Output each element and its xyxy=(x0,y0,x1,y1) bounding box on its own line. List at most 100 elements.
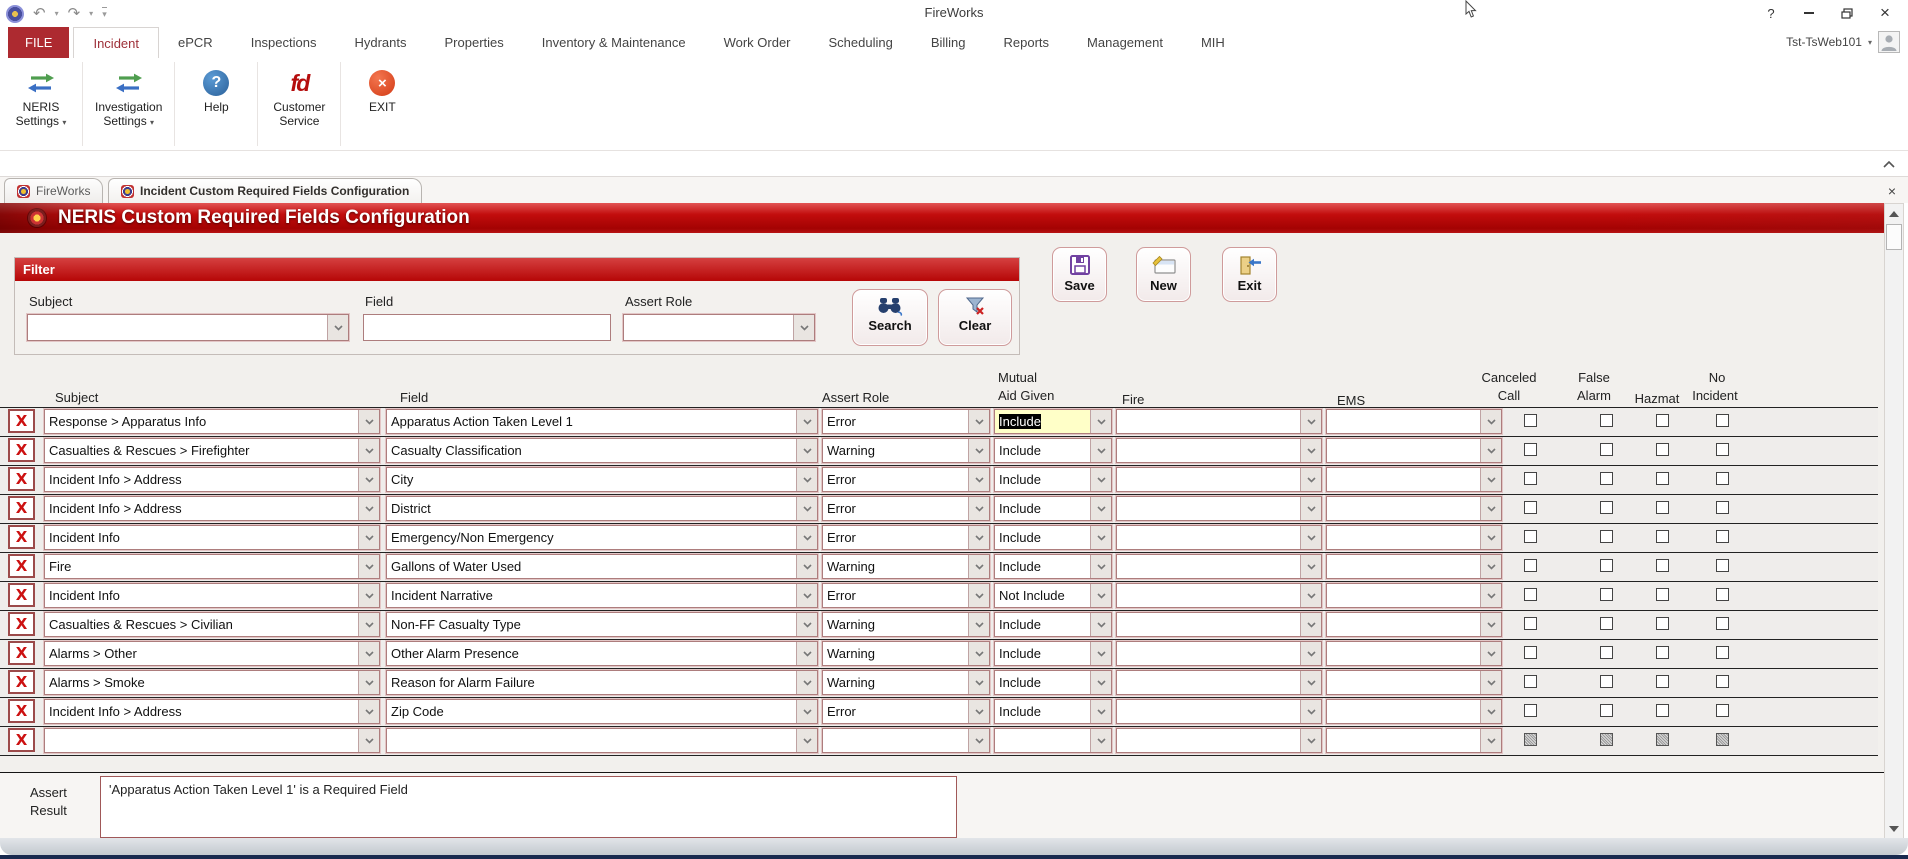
dropdown-arrow-icon[interactable] xyxy=(796,439,817,462)
delete-row-button[interactable]: X xyxy=(8,699,35,723)
dropdown-arrow-icon[interactable] xyxy=(1090,642,1111,665)
field-select[interactable]: Incident Narrative xyxy=(386,583,818,608)
subject-select[interactable]: Casualties & Rescues > Civilian xyxy=(44,612,380,637)
false-alarm-checkbox[interactable] xyxy=(1600,559,1613,572)
document-tab-incident-custom-required-fields-configuration[interactable]: Incident Custom Required Fields Configur… xyxy=(108,178,422,203)
clear-button[interactable]: Clear xyxy=(938,289,1012,346)
false-alarm-checkbox[interactable] xyxy=(1600,617,1613,630)
dropdown-arrow-icon[interactable] xyxy=(1090,584,1111,607)
dropdown-arrow-icon[interactable] xyxy=(1480,497,1501,520)
delete-row-button[interactable]: X xyxy=(8,496,35,520)
dropdown-arrow-icon[interactable] xyxy=(358,584,379,607)
scrollbar-thumb[interactable] xyxy=(1886,224,1902,250)
dropdown-arrow-icon[interactable] xyxy=(1090,468,1111,491)
delete-row-button[interactable]: X xyxy=(8,409,35,433)
field-select[interactable]: Non-FF Casualty Type xyxy=(386,612,818,637)
dropdown-arrow-icon[interactable] xyxy=(968,410,989,433)
document-close-button[interactable]: × xyxy=(1884,183,1900,199)
dropdown-arrow-icon[interactable] xyxy=(1300,584,1321,607)
ribbon-tab-epcr[interactable]: ePCR xyxy=(159,27,232,58)
mutual-aid-given-select[interactable] xyxy=(994,728,1112,753)
dropdown-arrow-icon[interactable] xyxy=(358,729,379,752)
filter-subject-select[interactable] xyxy=(27,314,349,341)
fire-select[interactable] xyxy=(1116,409,1322,434)
dropdown-arrow-icon[interactable] xyxy=(968,584,989,607)
dropdown-arrow-icon[interactable] xyxy=(1300,410,1321,433)
dropdown-arrow-icon[interactable] xyxy=(796,468,817,491)
false-alarm-checkbox[interactable] xyxy=(1600,733,1613,746)
dropdown-arrow-icon[interactable] xyxy=(968,439,989,462)
dropdown-arrow-icon[interactable] xyxy=(1090,439,1111,462)
field-select[interactable] xyxy=(386,728,818,753)
save-button[interactable]: Save xyxy=(1052,247,1107,302)
undo-dropdown-icon[interactable]: ▾ xyxy=(55,9,59,18)
false-alarm-checkbox[interactable] xyxy=(1600,501,1613,514)
dropdown-arrow-icon[interactable] xyxy=(1090,729,1111,752)
dropdown-arrow-icon[interactable] xyxy=(968,526,989,549)
search-button[interactable]: Search xyxy=(852,289,928,346)
help-button[interactable]: ?Help xyxy=(177,60,255,148)
dropdown-arrow-icon[interactable] xyxy=(1480,439,1501,462)
mutual-aid-given-select[interactable]: Include xyxy=(994,525,1112,550)
fire-select[interactable] xyxy=(1116,554,1322,579)
ribbon-tab-reports[interactable]: Reports xyxy=(985,27,1069,58)
dropdown-arrow-icon[interactable] xyxy=(1300,468,1321,491)
dropdown-arrow-icon[interactable] xyxy=(1300,700,1321,723)
exit-form-button[interactable]: Exit xyxy=(1222,247,1277,302)
canceled-call-checkbox[interactable] xyxy=(1524,588,1537,601)
field-select[interactable]: City xyxy=(386,467,818,492)
hazmat-checkbox[interactable] xyxy=(1656,675,1669,688)
ems-select[interactable] xyxy=(1326,525,1502,550)
no-incident-checkbox[interactable] xyxy=(1716,646,1729,659)
dropdown-arrow-icon[interactable] xyxy=(1090,526,1111,549)
subject-select[interactable]: Fire xyxy=(44,554,380,579)
dropdown-arrow-icon[interactable] xyxy=(1300,526,1321,549)
canceled-call-checkbox[interactable] xyxy=(1524,443,1537,456)
dropdown-arrow-icon[interactable] xyxy=(796,584,817,607)
field-select[interactable]: Zip Code xyxy=(386,699,818,724)
ems-select[interactable] xyxy=(1326,583,1502,608)
no-incident-checkbox[interactable] xyxy=(1716,501,1729,514)
dropdown-arrow-icon[interactable] xyxy=(796,729,817,752)
dropdown-arrow-icon[interactable] xyxy=(327,315,348,340)
no-incident-checkbox[interactable] xyxy=(1716,617,1729,630)
delete-row-button[interactable]: X xyxy=(8,612,35,636)
hazmat-checkbox[interactable] xyxy=(1656,472,1669,485)
customize-qat-icon[interactable]: ▾ xyxy=(102,7,107,20)
hazmat-checkbox[interactable] xyxy=(1656,704,1669,717)
dropdown-arrow-icon[interactable] xyxy=(1300,671,1321,694)
field-select[interactable]: Other Alarm Presence xyxy=(386,641,818,666)
dropdown-arrow-icon[interactable] xyxy=(968,700,989,723)
fire-select[interactable] xyxy=(1116,525,1322,550)
false-alarm-checkbox[interactable] xyxy=(1600,530,1613,543)
false-alarm-checkbox[interactable] xyxy=(1600,675,1613,688)
customer-service-button[interactable]: fdCustomerService xyxy=(260,60,338,148)
false-alarm-checkbox[interactable] xyxy=(1600,472,1613,485)
document-tab-fireworks[interactable]: FireWorks xyxy=(4,178,103,203)
scroll-up-button[interactable] xyxy=(1886,205,1902,223)
mutual-aid-given-select[interactable]: Include xyxy=(994,409,1112,434)
no-incident-checkbox[interactable] xyxy=(1716,704,1729,717)
canceled-call-checkbox[interactable] xyxy=(1524,646,1537,659)
canceled-call-checkbox[interactable] xyxy=(1524,530,1537,543)
dropdown-arrow-icon[interactable] xyxy=(1480,700,1501,723)
mutual-aid-given-select[interactable]: Include xyxy=(994,467,1112,492)
dropdown-arrow-icon[interactable] xyxy=(1480,410,1501,433)
mutual-aid-given-select[interactable]: Include xyxy=(994,641,1112,666)
canceled-call-checkbox[interactable] xyxy=(1524,501,1537,514)
hazmat-checkbox[interactable] xyxy=(1656,414,1669,427)
dropdown-arrow-icon[interactable] xyxy=(968,729,989,752)
user-avatar[interactable] xyxy=(1878,31,1900,53)
ems-select[interactable] xyxy=(1326,554,1502,579)
ribbon-tab-management[interactable]: Management xyxy=(1068,27,1182,58)
false-alarm-checkbox[interactable] xyxy=(1600,443,1613,456)
dropdown-arrow-icon[interactable] xyxy=(1090,613,1111,636)
assert-role-select[interactable] xyxy=(822,728,990,753)
filter-assert-role-select[interactable] xyxy=(623,314,815,341)
dropdown-arrow-icon[interactable] xyxy=(1480,642,1501,665)
dropdown-arrow-icon[interactable] xyxy=(1480,584,1501,607)
dropdown-arrow-icon[interactable] xyxy=(1480,729,1501,752)
hazmat-checkbox[interactable] xyxy=(1656,617,1669,630)
fire-select[interactable] xyxy=(1116,728,1322,753)
dropdown-arrow-icon[interactable] xyxy=(796,671,817,694)
